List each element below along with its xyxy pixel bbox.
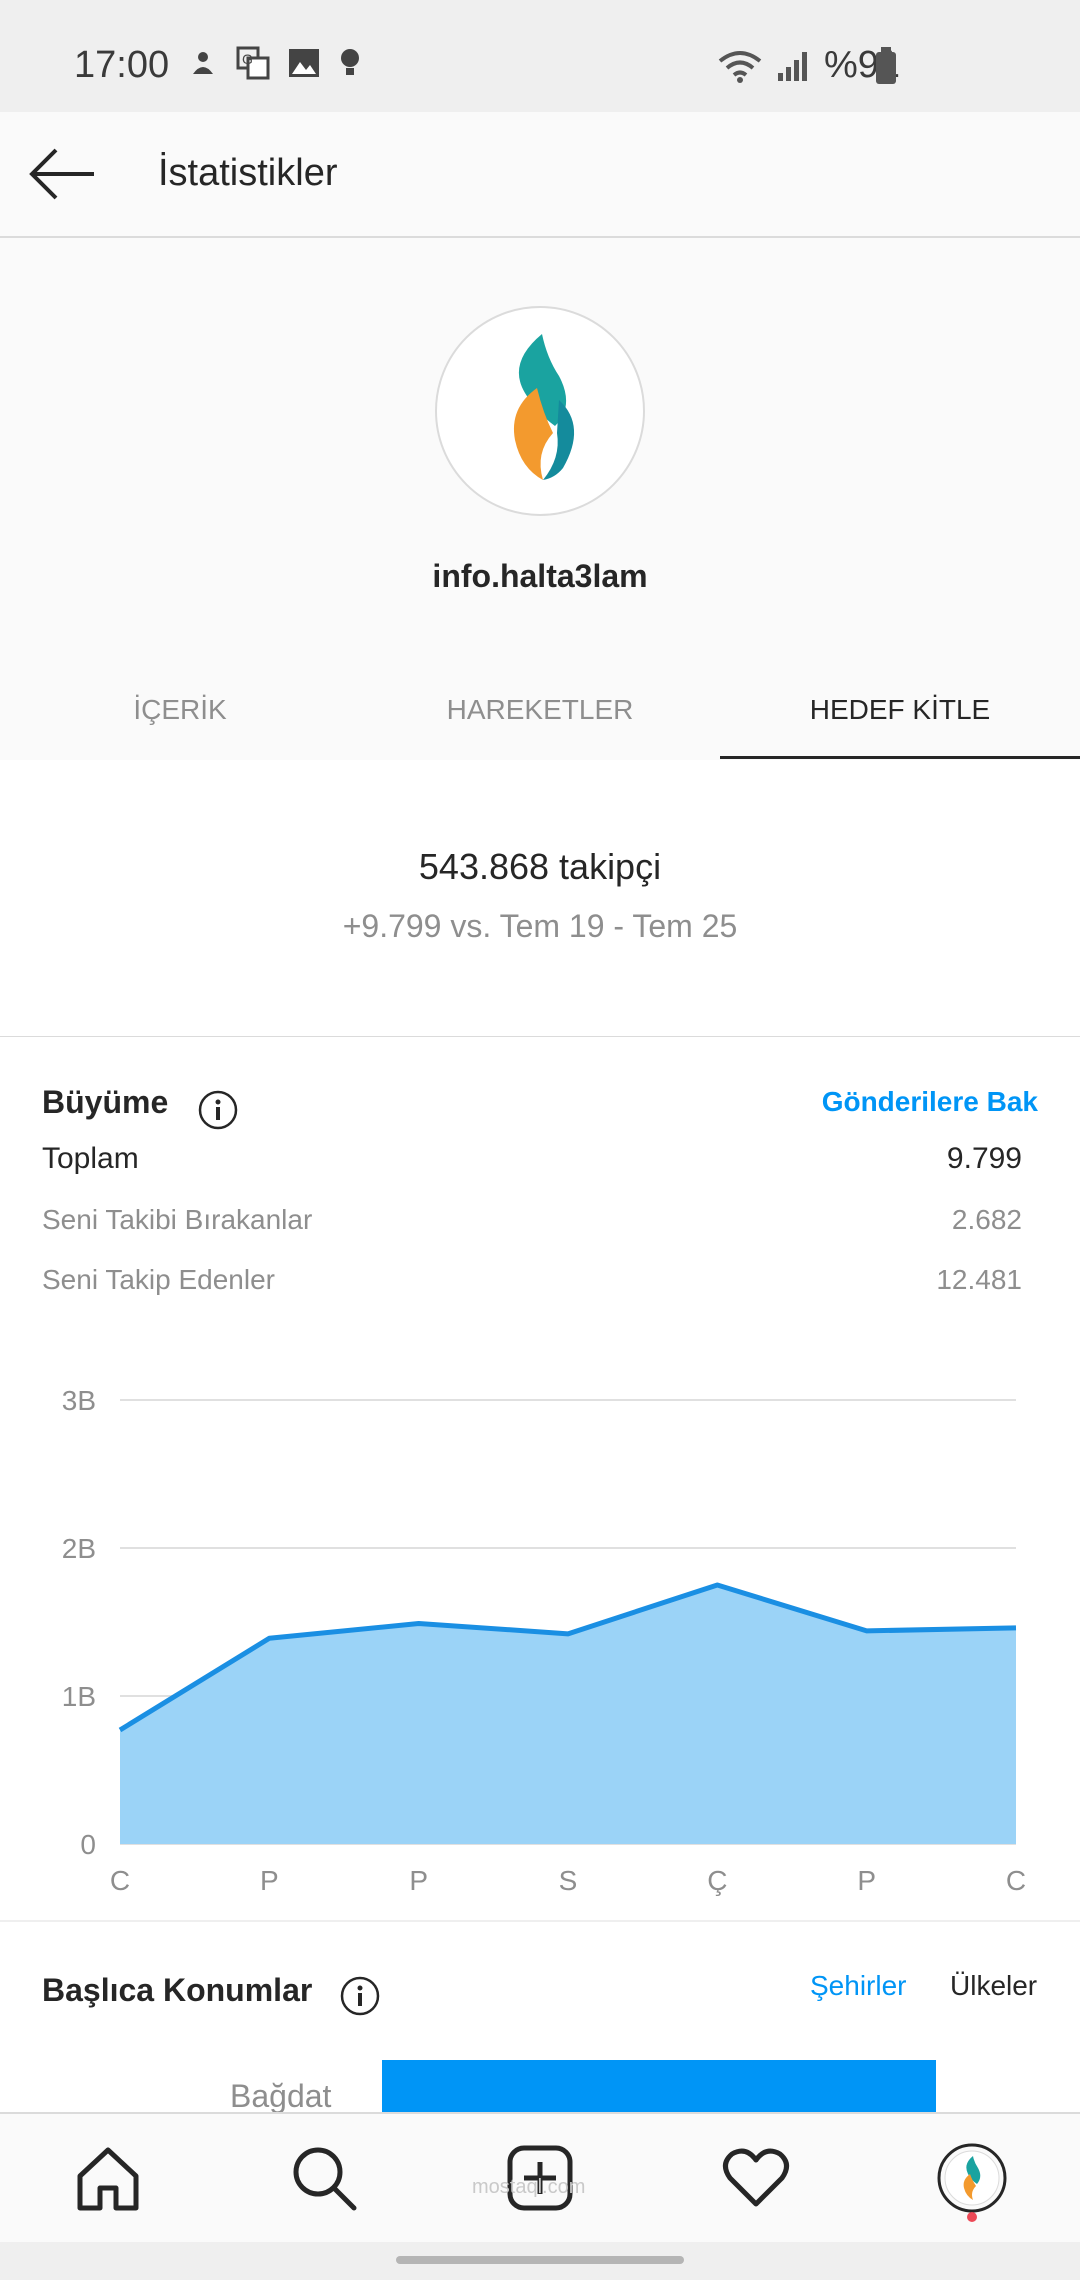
growth-title: Büyüme [42, 1084, 169, 1120]
profile-section: info.halta3lam İÇERİK HAREKETLER HEDEF K… [0, 238, 1080, 760]
home-indicator[interactable] [396, 2256, 684, 2264]
watermark-text: mostaql.com [472, 2176, 586, 2198]
growth-row-label: Seni Takibi Bırakanlar [42, 1204, 313, 1235]
growth-area-chart: 0 1B 2B 3B C P P S Ç P C [62, 1385, 1026, 1896]
x-tick-label: P [857, 1865, 876, 1896]
signal-icon [777, 51, 807, 81]
status-notification-icons: G [188, 46, 362, 80]
insights-tabs: İÇERİK HAREKETLER HEDEF KİTLE [0, 660, 1080, 760]
status-right-group: %91 [718, 44, 900, 87]
y-tick-label: 3B [62, 1385, 96, 1416]
followers-count: 543.868 takipçi [418, 846, 662, 887]
image-icon [289, 49, 319, 77]
x-tick-label: P [409, 1865, 428, 1896]
x-tick-label: C [1006, 1865, 1026, 1896]
home-icon[interactable] [72, 2142, 144, 2214]
translate-icon: G [236, 46, 270, 80]
tab-audience[interactable]: HEDEF KİTLE [720, 660, 1080, 760]
location-bar-label: Bağdat [230, 2078, 332, 2114]
activity-heart-icon[interactable] [720, 2142, 792, 2214]
tab-activity[interactable]: HAREKETLER [360, 660, 720, 760]
growth-row-label: Seni Takip Edenler [42, 1264, 275, 1295]
status-time: 17:00 [74, 44, 170, 86]
search-icon[interactable] [288, 2142, 360, 2214]
x-tick-label: P [260, 1865, 279, 1896]
location-bar [382, 2060, 936, 2112]
x-tick-label: Ç [707, 1865, 727, 1896]
status-bar: 17:00 G %91 [0, 0, 1080, 112]
y-tick-label: 0 [80, 1829, 96, 1860]
svg-text:G: G [242, 51, 253, 67]
x-tick-label: S [559, 1865, 578, 1896]
locations-title: Başlıca Konumlar [42, 1972, 313, 2008]
username: info.halta3lam [432, 558, 648, 594]
growth-info-icon[interactable] [198, 1090, 238, 1130]
growth-row-value: 9.799 [946, 1142, 1022, 1175]
profile-avatar [435, 306, 645, 516]
view-posts-link[interactable]: Gönderilere Bak [822, 1086, 1038, 1118]
notification-icon [193, 52, 213, 74]
cities-tab[interactable]: Şehirler [810, 1970, 906, 2002]
profile-avatar-icon[interactable] [936, 2142, 1008, 2214]
tab-content[interactable]: İÇERİK [0, 660, 360, 760]
growth-row-label: Toplam [42, 1142, 139, 1175]
bottom-navigation: mostaql.com [0, 2112, 1080, 2244]
battery-icon [876, 47, 896, 84]
page-title: İstatistikler [158, 152, 338, 194]
bulb-icon [341, 49, 359, 75]
section-divider [0, 1920, 1080, 1922]
y-tick-label: 2B [62, 1533, 96, 1564]
app-header: İstatistikler [0, 112, 1080, 238]
notification-dot [967, 2212, 977, 2222]
growth-row-value: 2.682 [951, 1204, 1022, 1235]
countries-tab[interactable]: Ülkeler [950, 1970, 1037, 2002]
followers-summary: 543.868 takipçi +9.799 vs. Tem 19 - Tem … [0, 760, 1080, 1037]
x-tick-label: C [110, 1865, 130, 1896]
back-arrow-icon[interactable] [28, 146, 98, 202]
chart-area [120, 1585, 1016, 1844]
followers-delta: +9.799 vs. Tem 19 - Tem 25 [342, 908, 738, 944]
growth-row-value: 12.481 [936, 1264, 1022, 1295]
system-nav-bar [0, 2242, 1080, 2280]
y-tick-label: 1B [62, 1681, 96, 1712]
brand-logo-icon [513, 334, 575, 480]
locations-info-icon[interactable] [340, 1976, 380, 2016]
active-tab-indicator [720, 756, 1080, 759]
wifi-icon [718, 50, 762, 83]
